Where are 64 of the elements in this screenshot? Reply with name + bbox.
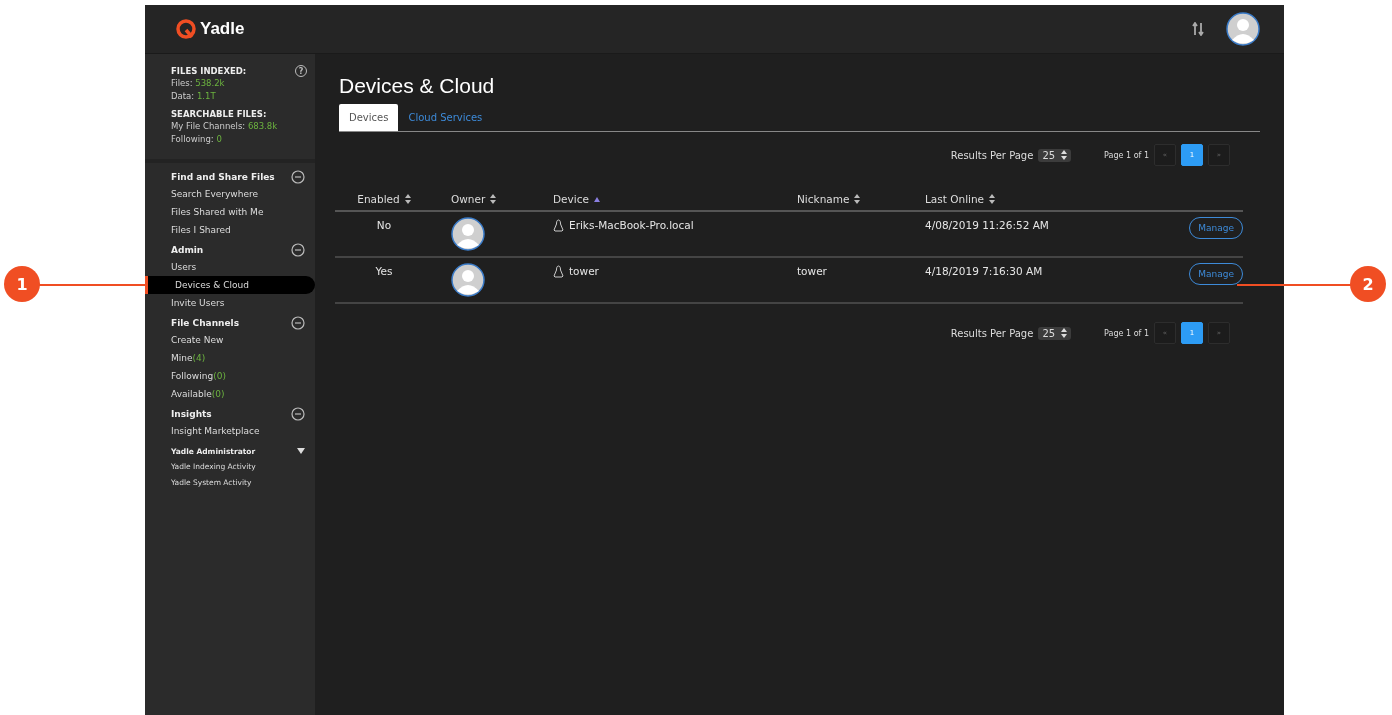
avatar-icon bbox=[451, 263, 485, 297]
table-cell: No bbox=[376, 219, 392, 231]
nav-item[interactable]: Mine(4) bbox=[145, 349, 315, 367]
table-cell: Eriks-MacBook-Pro.local bbox=[569, 219, 694, 231]
nav-item[interactable]: Invite Users bbox=[145, 294, 315, 312]
stat-line: Following: 0 bbox=[171, 132, 223, 145]
avatar-icon[interactable] bbox=[1226, 12, 1260, 46]
stat-heading: FILES INDEXED: bbox=[171, 65, 248, 77]
nav-item[interactable]: Files I Shared bbox=[145, 221, 315, 239]
column-header[interactable]: Nickname bbox=[797, 193, 850, 205]
per-page-select[interactable]: 25 bbox=[1038, 326, 1072, 340]
tab[interactable]: Cloud Services bbox=[398, 104, 493, 131]
page-label: Page 1 of 1 bbox=[1104, 150, 1149, 160]
per-page-select[interactable]: 25 bbox=[1038, 148, 1072, 162]
column-header[interactable]: Owner bbox=[451, 193, 486, 205]
stepper-icon bbox=[1061, 328, 1068, 338]
section-title[interactable]: Insights bbox=[171, 409, 212, 419]
sort-icon[interactable] bbox=[989, 194, 996, 204]
sort-arrows-icon[interactable] bbox=[1192, 22, 1204, 36]
nav-item[interactable]: Users bbox=[145, 258, 315, 276]
stat-line: Data: 1.1T bbox=[171, 89, 217, 102]
table-cell: tower bbox=[797, 265, 827, 277]
nav-item[interactable]: Files Shared with Me bbox=[145, 203, 315, 221]
callout-number: 2 bbox=[1350, 266, 1386, 302]
nav-item[interactable]: Insight Marketplace bbox=[145, 422, 315, 440]
page-title: Devices & Cloud bbox=[339, 74, 496, 98]
nav-item[interactable]: Following(0) bbox=[145, 367, 315, 385]
section-title[interactable]: Find and Share Files bbox=[171, 172, 275, 182]
sort-ascending-icon[interactable] bbox=[593, 196, 600, 202]
collapse-icon[interactable] bbox=[291, 243, 305, 257]
table-cell: 4/18/2019 7:16:30 AM bbox=[925, 265, 1043, 277]
collapse-icon[interactable] bbox=[291, 316, 305, 330]
table-cell: Yes bbox=[375, 265, 393, 277]
nav-item[interactable]: Devices & Cloud bbox=[145, 276, 315, 294]
caret-icon[interactable] bbox=[297, 448, 305, 454]
collapse-icon[interactable] bbox=[291, 170, 305, 184]
tab[interactable]: Devices bbox=[339, 104, 399, 131]
sort-icon[interactable] bbox=[854, 194, 861, 204]
table-cell: tower bbox=[569, 265, 599, 277]
column-header[interactable]: Last Online bbox=[925, 193, 985, 205]
results-label: Results Per Page bbox=[950, 149, 1034, 161]
nav-item[interactable]: Available(0) bbox=[145, 385, 315, 403]
callout-number: 1 bbox=[4, 266, 40, 302]
nav-item[interactable]: Create New bbox=[145, 331, 315, 349]
column-header[interactable]: Enabled bbox=[357, 193, 400, 205]
stepper-icon bbox=[1061, 150, 1068, 160]
penguin-icon bbox=[553, 219, 564, 232]
table-cell: 4/08/2019 11:26:52 AM bbox=[925, 219, 1049, 231]
logo-icon bbox=[175, 18, 197, 40]
stat-line: Files: 538.2k bbox=[171, 77, 226, 90]
stat-line: My File Channels: 683.8k bbox=[171, 120, 278, 133]
page-label: Page 1 of 1 bbox=[1104, 328, 1149, 338]
section-title[interactable]: Admin bbox=[171, 245, 204, 255]
nav-item[interactable]: Search Everywhere bbox=[145, 185, 315, 203]
avatar-icon bbox=[451, 217, 485, 251]
penguin-icon bbox=[553, 265, 564, 278]
sort-icon[interactable] bbox=[490, 194, 497, 204]
stat-heading: SEARCHABLE FILES: bbox=[171, 108, 268, 120]
collapse-icon[interactable] bbox=[291, 407, 305, 421]
section-title[interactable]: File Channels bbox=[171, 318, 239, 328]
logo-text[interactable]: Yadle bbox=[200, 19, 245, 39]
sort-icon[interactable] bbox=[404, 194, 411, 204]
results-label: Results Per Page bbox=[950, 327, 1034, 339]
column-header[interactable]: Device bbox=[553, 193, 589, 205]
